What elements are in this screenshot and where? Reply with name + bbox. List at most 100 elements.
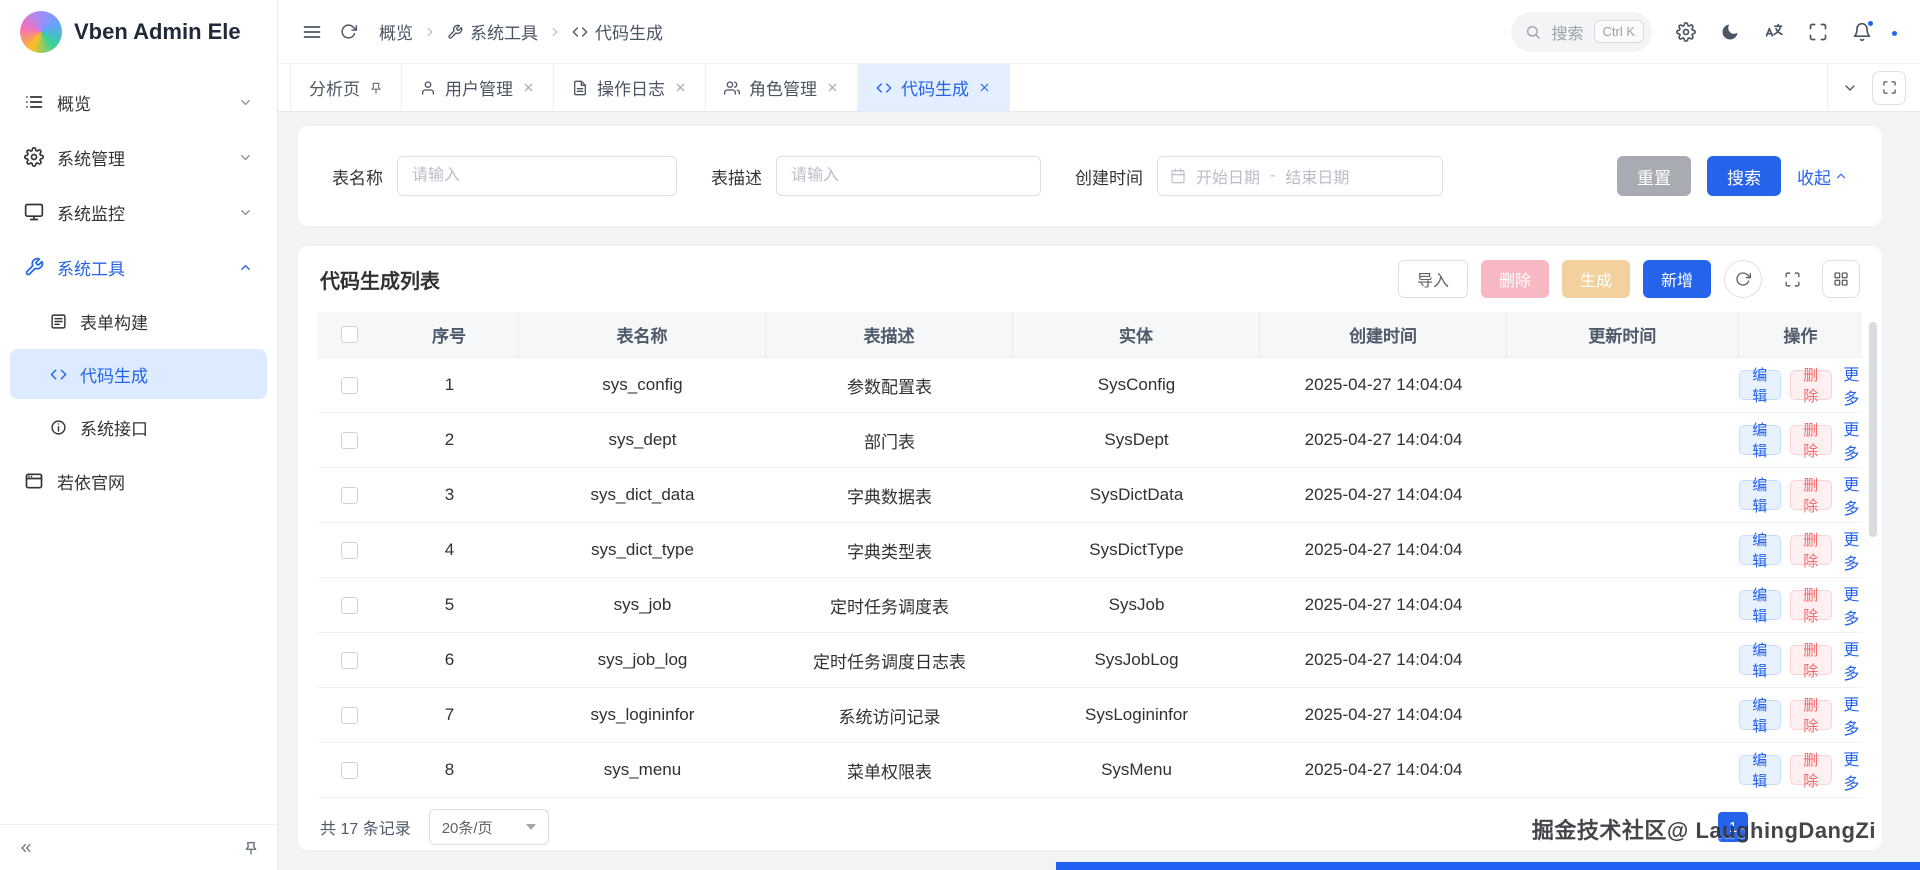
fullscreen-button[interactable] bbox=[1808, 22, 1828, 42]
content-fullscreen-button[interactable] bbox=[1872, 70, 1906, 105]
edit-button[interactable]: 编辑 bbox=[1738, 587, 1781, 625]
more-button[interactable]: 更多 bbox=[1841, 416, 1862, 464]
cell-index: 5 bbox=[444, 595, 455, 614]
close-tab-button[interactable] bbox=[522, 81, 535, 94]
edit-button[interactable]: 编辑 bbox=[1738, 532, 1781, 570]
breadcrumb-item[interactable]: 代码生成 bbox=[572, 19, 663, 44]
date-range-picker[interactable]: 开始日期 - 结束日期 bbox=[1157, 156, 1443, 196]
more-button[interactable]: 更多 bbox=[1841, 691, 1862, 739]
dark-mode-toggle[interactable] bbox=[1720, 22, 1740, 42]
close-tab-button[interactable] bbox=[674, 81, 687, 94]
add-button[interactable]: 新增 bbox=[1642, 260, 1711, 298]
refresh-table-button[interactable] bbox=[1724, 260, 1762, 298]
cell-table-name: sys_menu bbox=[603, 760, 682, 779]
row-checkbox[interactable] bbox=[340, 761, 358, 779]
edit-button[interactable]: 编辑 bbox=[1738, 642, 1781, 680]
hamburger-menu-button[interactable] bbox=[302, 22, 322, 42]
tab-actions-dropdown-button[interactable] bbox=[1842, 80, 1858, 96]
form-icon bbox=[50, 313, 67, 330]
column-settings-button[interactable] bbox=[1822, 260, 1860, 298]
pin-sidebar-button[interactable] bbox=[243, 840, 259, 856]
row-checkbox[interactable] bbox=[340, 431, 358, 449]
table-row[interactable]: 5 sys_job 定时任务调度表 SysJob 2025-04-27 14:0… bbox=[318, 578, 1862, 633]
table-row[interactable]: 4 sys_dict_type 字典类型表 SysDictType 2025-0… bbox=[318, 523, 1862, 578]
browser-window-icon bbox=[24, 471, 44, 491]
table-scrollbar[interactable] bbox=[1869, 322, 1877, 537]
page-size-select[interactable]: 20条/页 bbox=[428, 809, 549, 845]
sidebar-item-system-management[interactable]: 系统管理 bbox=[10, 131, 267, 183]
delete-button[interactable]: 删除 bbox=[1789, 367, 1832, 405]
close-tab-button[interactable] bbox=[826, 81, 839, 94]
user-icon bbox=[420, 80, 436, 96]
sidebar-item-form-builder[interactable]: 表单构建 bbox=[10, 296, 267, 346]
row-checkbox[interactable] bbox=[340, 706, 358, 724]
translate-icon bbox=[1764, 22, 1784, 42]
generate-button[interactable]: 生成 bbox=[1561, 260, 1630, 298]
reset-button[interactable]: 重置 bbox=[1617, 156, 1691, 196]
refresh-page-button[interactable] bbox=[340, 23, 357, 40]
more-button[interactable]: 更多 bbox=[1841, 746, 1862, 794]
breadcrumb-item[interactable]: 系统工具 bbox=[447, 19, 538, 44]
select-all-checkbox[interactable] bbox=[340, 326, 358, 343]
sidebar-item-code-generation[interactable]: 代码生成 bbox=[10, 349, 267, 399]
language-switch-button[interactable] bbox=[1764, 22, 1784, 42]
tab-operation-log[interactable]: 操作日志 bbox=[554, 64, 706, 111]
delete-button[interactable]: 删除 bbox=[1789, 477, 1832, 515]
app-title: Vben Admin Ele bbox=[74, 19, 241, 44]
more-button[interactable]: 更多 bbox=[1841, 361, 1862, 409]
edit-button[interactable]: 编辑 bbox=[1738, 367, 1781, 405]
sidebar-item-system-tools[interactable]: 系统工具 bbox=[10, 241, 267, 293]
row-checkbox[interactable] bbox=[340, 651, 358, 669]
table-row[interactable]: 1 sys_config 参数配置表 SysConfig 2025-04-27 … bbox=[318, 358, 1862, 413]
table-row[interactable]: 7 sys_logininfor 系统访问记录 SysLogininfor 20… bbox=[318, 688, 1862, 743]
row-checkbox[interactable] bbox=[340, 486, 358, 504]
app-logo-row[interactable]: Vben Admin Ele bbox=[0, 0, 277, 64]
batch-delete-button[interactable]: 删除 bbox=[1480, 260, 1549, 298]
edit-button[interactable]: 编辑 bbox=[1738, 477, 1781, 515]
table-row[interactable]: 8 sys_menu 菜单权限表 SysMenu 2025-04-27 14:0… bbox=[318, 743, 1862, 798]
more-button[interactable]: 更多 bbox=[1841, 636, 1862, 684]
edit-button[interactable]: 编辑 bbox=[1738, 697, 1781, 735]
table-row[interactable]: 3 sys_dict_data 字典数据表 SysDictData 2025-0… bbox=[318, 468, 1862, 523]
close-tab-button[interactable] bbox=[978, 81, 991, 94]
edit-button[interactable]: 编辑 bbox=[1738, 752, 1781, 790]
settings-button[interactable] bbox=[1676, 22, 1696, 42]
table-row[interactable]: 2 sys_dept 部门表 SysDept 2025-04-27 14:04:… bbox=[318, 413, 1862, 468]
table-name-input[interactable] bbox=[397, 156, 677, 196]
import-button[interactable]: 导入 bbox=[1397, 260, 1468, 298]
sidebar-item-system-monitor[interactable]: 系统监控 bbox=[10, 186, 267, 238]
breadcrumb-item[interactable]: 概览 bbox=[379, 19, 413, 44]
delete-button[interactable]: 删除 bbox=[1789, 422, 1832, 460]
collapse-filter-link[interactable]: 收起 bbox=[1797, 164, 1848, 189]
delete-button[interactable]: 删除 bbox=[1789, 587, 1832, 625]
avatar-notification-dot bbox=[1890, 28, 1899, 38]
delete-button[interactable]: 删除 bbox=[1789, 532, 1832, 570]
more-button[interactable]: 更多 bbox=[1841, 526, 1862, 574]
table-desc-input[interactable] bbox=[776, 156, 1041, 196]
delete-button[interactable]: 删除 bbox=[1789, 642, 1832, 680]
sidebar-item-ruoyi-site[interactable]: 若依官网 bbox=[10, 455, 267, 507]
more-button[interactable]: 更多 bbox=[1841, 581, 1862, 629]
tab-code-generation[interactable]: 代码生成 bbox=[858, 64, 1010, 111]
edit-button[interactable]: 编辑 bbox=[1738, 422, 1781, 460]
pin-icon[interactable] bbox=[369, 81, 383, 95]
row-checkbox[interactable] bbox=[340, 376, 358, 394]
delete-button[interactable]: 删除 bbox=[1789, 697, 1832, 735]
more-button[interactable]: 更多 bbox=[1841, 471, 1862, 519]
tab-role-management[interactable]: 角色管理 bbox=[706, 64, 858, 111]
sidebar-item-system-api[interactable]: 系统接口 bbox=[10, 402, 267, 452]
table-row[interactable]: 6 sys_job_log 定时任务调度日志表 SysJobLog 2025-0… bbox=[318, 633, 1862, 688]
collapse-sidebar-button[interactable] bbox=[18, 840, 34, 856]
notifications-button[interactable] bbox=[1852, 18, 1875, 42]
delete-button[interactable]: 删除 bbox=[1789, 752, 1832, 790]
tab-analysis[interactable]: 分析页 bbox=[290, 64, 402, 111]
row-checkbox[interactable] bbox=[340, 596, 358, 614]
search-button[interactable]: 搜索 bbox=[1707, 156, 1781, 196]
page-1-button[interactable]: 1 bbox=[1718, 812, 1748, 842]
row-checkbox[interactable] bbox=[340, 541, 358, 559]
tab-user-management[interactable]: 用户管理 bbox=[402, 64, 554, 111]
global-search[interactable]: 搜索 Ctrl K bbox=[1511, 11, 1652, 52]
table-fullscreen-button[interactable] bbox=[1775, 260, 1809, 298]
cell-table-name: sys_logininfor bbox=[590, 705, 695, 724]
sidebar-item-overview[interactable]: 概览 bbox=[10, 76, 267, 128]
